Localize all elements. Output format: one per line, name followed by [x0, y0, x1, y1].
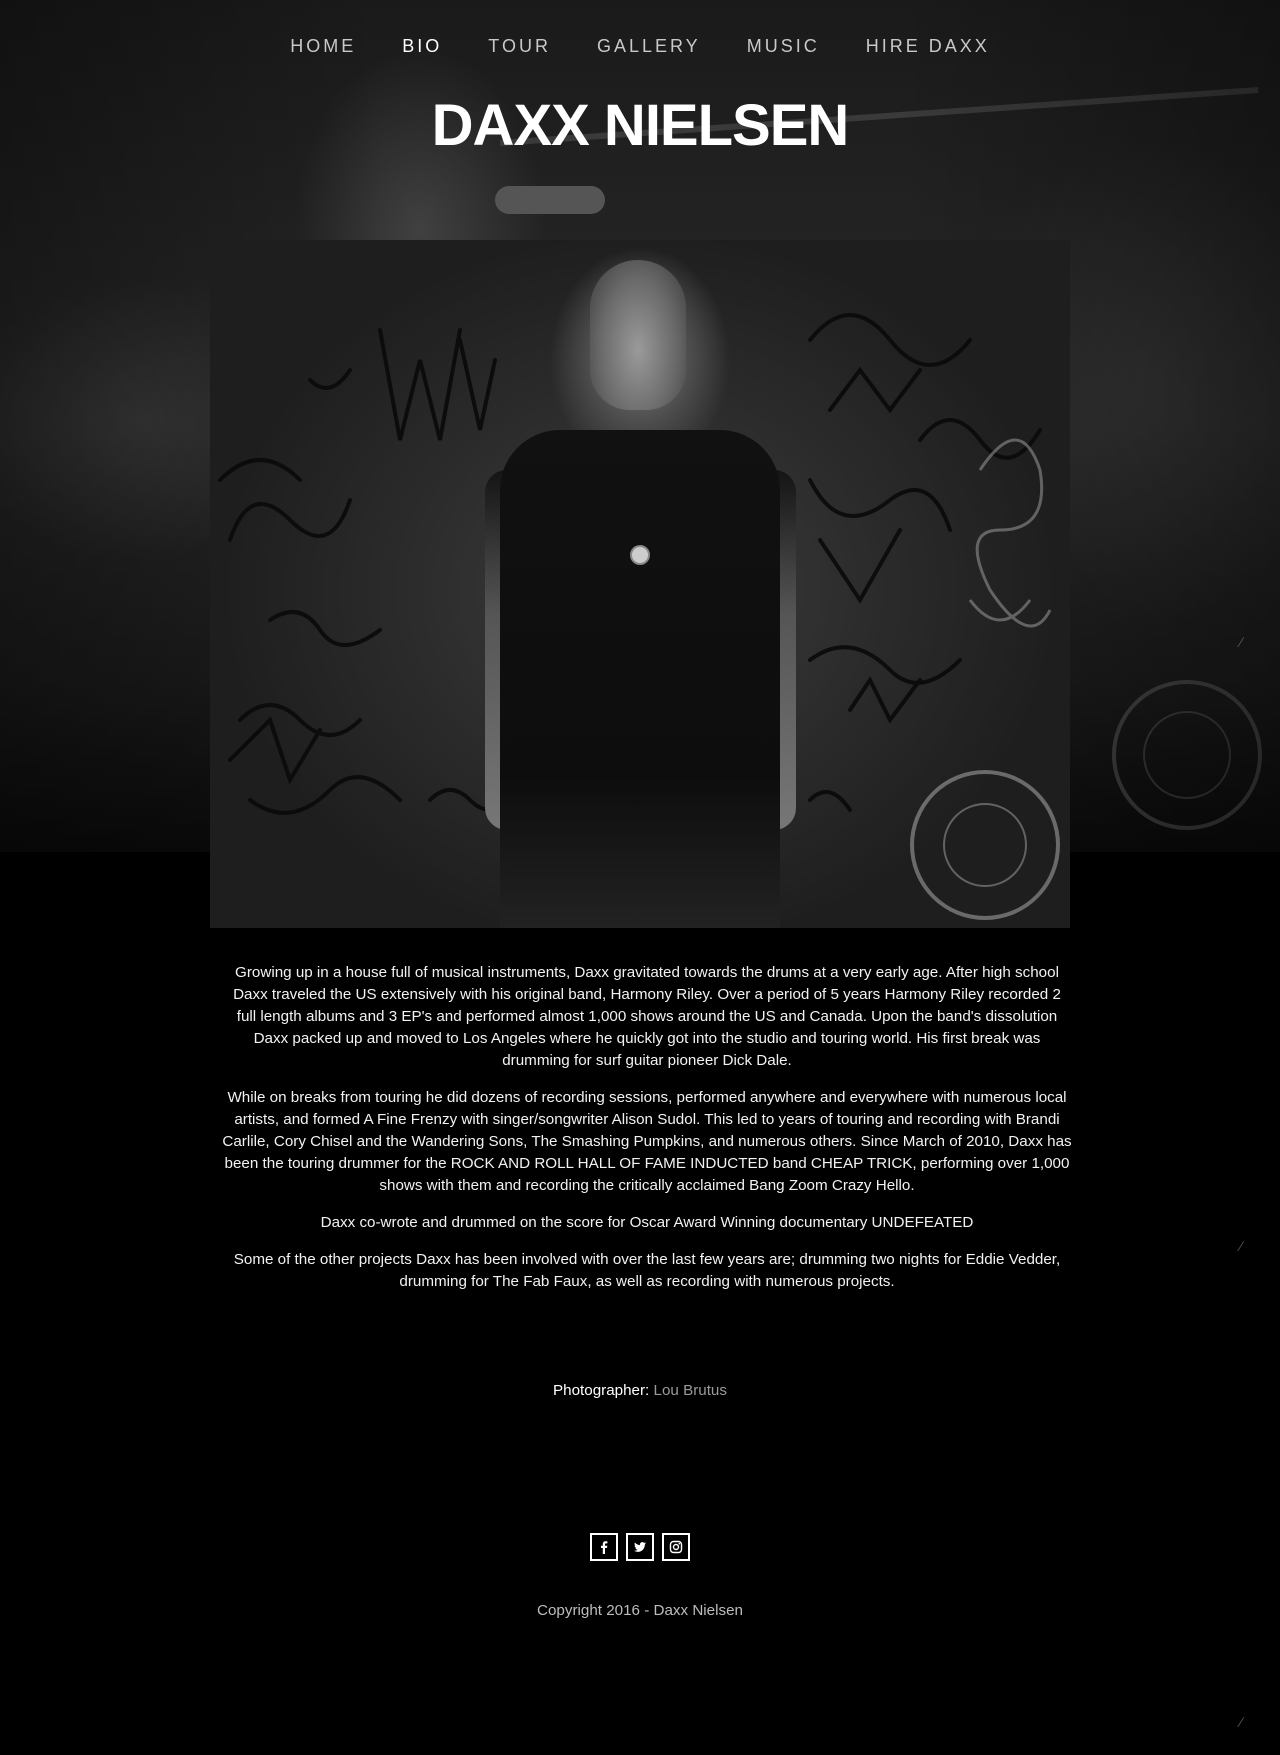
background-watermark-inner — [1143, 711, 1231, 799]
bio-paragraph: While on breaks from touring he did doze… — [222, 1089, 1072, 1194]
instagram-icon — [669, 1540, 683, 1554]
edit-handle-icon[interactable]: ⁄ — [1240, 1238, 1242, 1254]
nav-item-tour[interactable]: TOUR — [488, 36, 551, 57]
nav-item-bio[interactable]: BIO — [402, 36, 442, 57]
facebook-button[interactable] — [590, 1533, 618, 1561]
photographer-credit: Photographer: Lou Brutus — [0, 1382, 1280, 1399]
nav-item-hire-daxx[interactable]: HIRE DAXX — [866, 36, 990, 57]
photographer-link[interactable]: Lou Brutus — [654, 1382, 727, 1399]
site-title[interactable]: DAXX NIELSEN — [0, 92, 1280, 159]
edit-handle-icon[interactable]: ⁄ — [1240, 634, 1242, 650]
portrait-photo — [210, 240, 1070, 928]
social-links — [0, 1533, 1280, 1561]
copyright-text: Copyright 2016 - Daxx Nielsen — [537, 1602, 743, 1619]
background-watermark-icon — [1112, 680, 1262, 830]
bio-paragraph: Growing up in a house full of musical in… — [233, 964, 1061, 1069]
pendant-shape — [630, 545, 650, 565]
bio-section: Growing up in a house full of musical in… — [222, 962, 1072, 1308]
main-nav: HOME BIO TOUR GALLERY MUSIC HIRE DAXX — [0, 36, 1280, 57]
figure-body — [500, 430, 780, 928]
twitter-icon — [634, 1542, 647, 1552]
facebook-icon — [601, 1541, 608, 1554]
nav-item-gallery[interactable]: GALLERY — [597, 36, 701, 57]
photographer-watermark-inner — [943, 803, 1027, 887]
twitter-button[interactable] — [626, 1533, 654, 1561]
photographer-label: Photographer: — [553, 1382, 650, 1399]
nav-item-home[interactable]: HOME — [290, 36, 356, 57]
figure-head — [590, 260, 686, 410]
bio-paragraph: Some of the other projects Daxx has been… — [233, 1251, 1061, 1290]
microphone-shape — [495, 186, 605, 214]
edit-handle-icon[interactable]: ⁄ — [1240, 1714, 1242, 1730]
instagram-button[interactable] — [662, 1533, 690, 1561]
nav-item-music[interactable]: MUSIC — [747, 36, 820, 57]
bio-paragraph: Daxx co-wrote and drummed on the score f… — [320, 1214, 974, 1231]
